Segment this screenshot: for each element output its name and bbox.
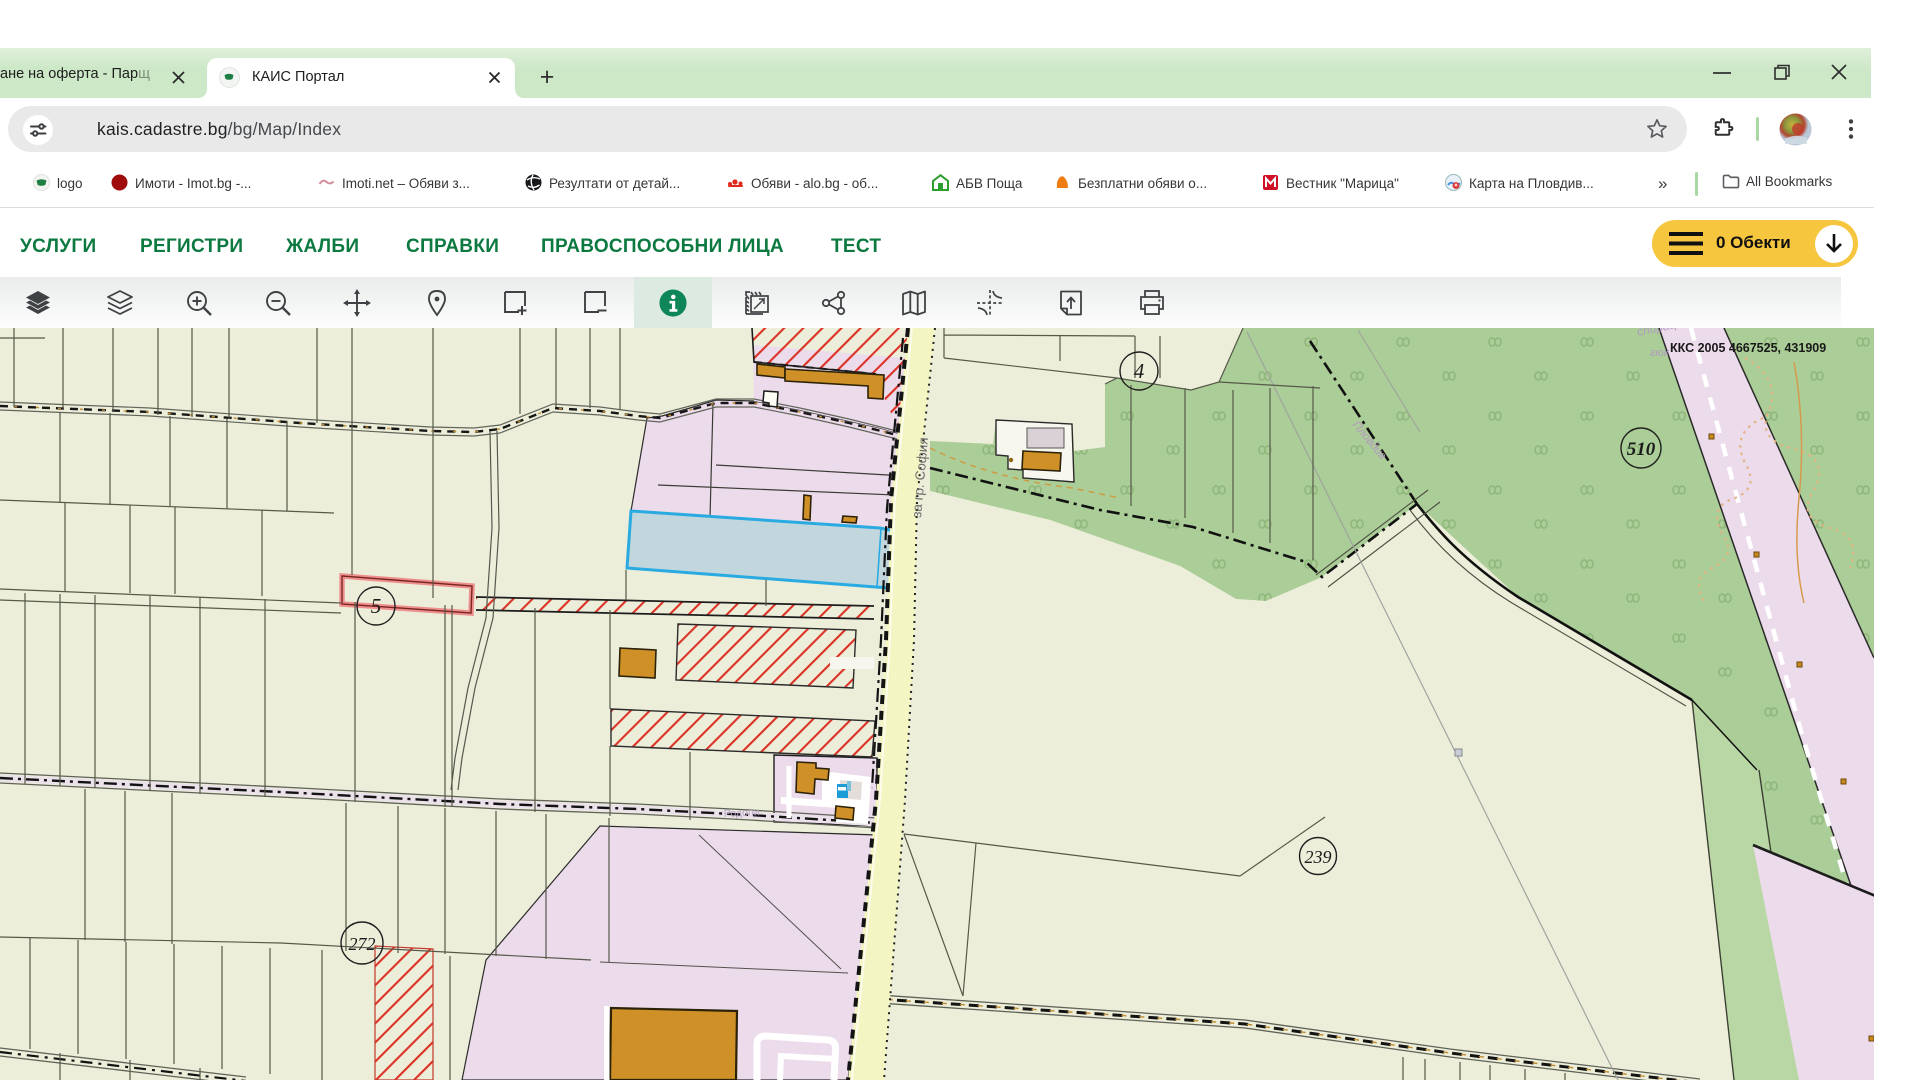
svg-text:510: 510 [1627,439,1656,460]
svg-text:239: 239 [1305,847,1332,867]
svg-text:ККС 2005 4667525, 431909: ККС 2005 4667525, 431909 [1670,341,1826,355]
svg-text:Родопи: Родопи [724,806,760,820]
svg-text:5: 5 [371,594,382,618]
svg-text:гюк: гюк [1650,347,1670,359]
svg-text:4: 4 [1134,359,1145,383]
svg-text:272: 272 [349,934,376,954]
